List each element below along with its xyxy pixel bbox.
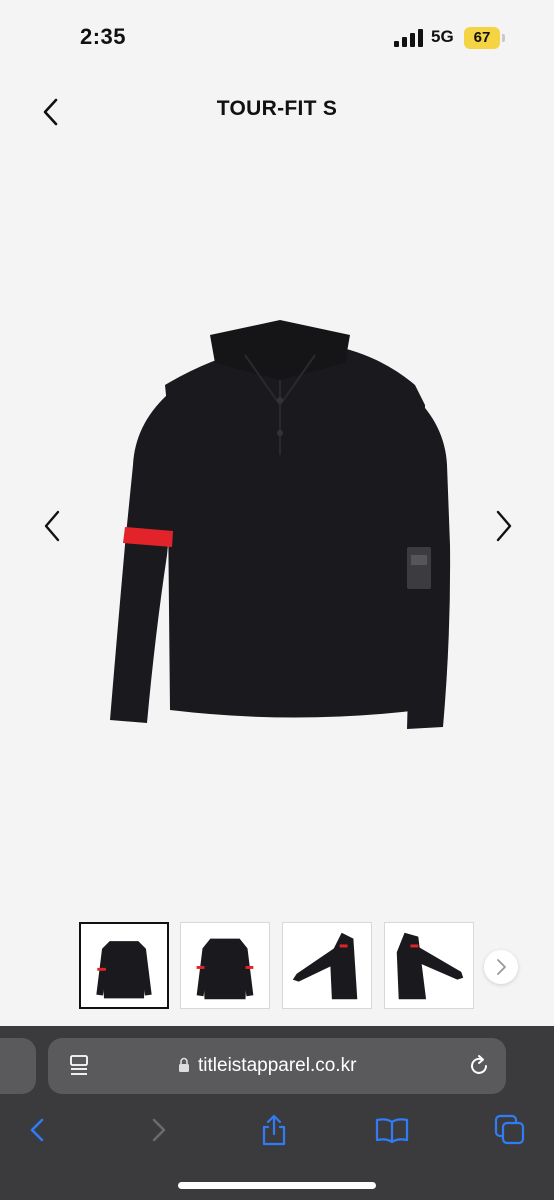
share-button[interactable]: [256, 1112, 292, 1148]
reader-icon[interactable]: [68, 1054, 90, 1078]
home-indicator: [178, 1182, 376, 1189]
thumbnail-strip: [0, 922, 554, 1014]
signal-icon: [394, 29, 423, 47]
chevron-right-icon: [497, 959, 506, 975]
network-label: 5G: [431, 27, 454, 46]
chevron-right-icon: [152, 1118, 166, 1142]
battery-nub: [502, 34, 505, 42]
browser-back-button[interactable]: [20, 1112, 56, 1148]
previous-tab-peek[interactable]: [0, 1038, 36, 1094]
gallery-prev-button[interactable]: [36, 506, 70, 546]
product-gallery: [0, 150, 554, 910]
status-time: 2:35: [80, 24, 127, 49]
chevron-left-icon: [43, 98, 58, 126]
thumbnail-next-button[interactable]: [484, 950, 518, 984]
thumbnail-1[interactable]: [79, 922, 169, 1009]
address-bar[interactable]: titleistapparel.co.kr: [48, 1038, 506, 1094]
lock-icon: [179, 1057, 189, 1072]
url-text: titleistapparel.co.kr: [198, 1055, 357, 1076]
thumbnail-2[interactable]: [180, 922, 270, 1009]
status-bar: 2:35 5G 67: [0, 0, 554, 70]
product-image: [110, 320, 451, 729]
browser-forward-button[interactable]: [140, 1112, 176, 1148]
chevron-right-icon: [496, 510, 512, 542]
bookmarks-button[interactable]: [374, 1112, 410, 1148]
thumbnail-4[interactable]: [384, 922, 474, 1009]
chevron-left-icon: [30, 1118, 44, 1142]
book-icon: [375, 1118, 409, 1144]
nav-header: TOUR-FIT S: [0, 82, 554, 138]
browser-chrome: titleistapparel.co.kr: [0, 1026, 554, 1200]
tabs-icon: [494, 1114, 525, 1145]
tabs-button[interactable]: [492, 1112, 528, 1148]
chevron-left-icon: [44, 510, 60, 542]
page-title: TOUR-FIT S: [216, 97, 338, 120]
reload-icon[interactable]: [467, 1054, 491, 1078]
share-icon: [262, 1114, 286, 1146]
thumbnail-3[interactable]: [282, 922, 372, 1009]
gallery-next-button[interactable]: [486, 506, 520, 546]
back-button[interactable]: [36, 96, 68, 128]
browser-toolbar: [0, 1108, 554, 1158]
battery-indicator: 67: [464, 27, 500, 49]
